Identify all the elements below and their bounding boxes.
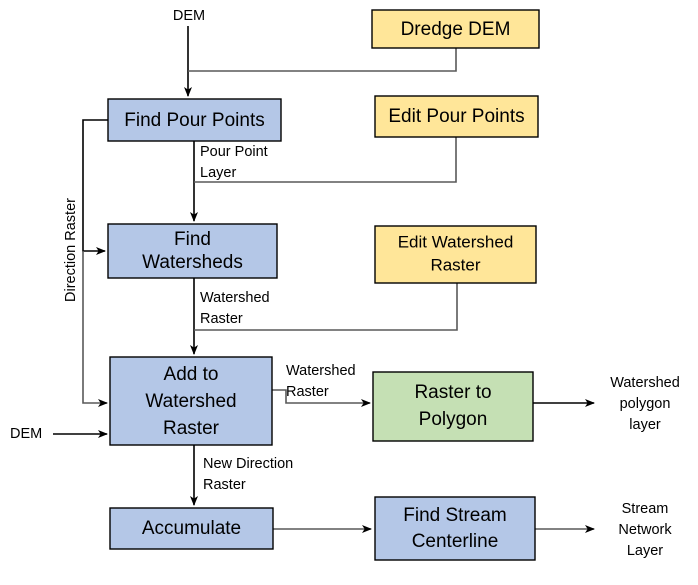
- io-label-watershed-polygon-layer-line2: polygon: [620, 396, 671, 412]
- node-dredge-dem[interactable]: Dredge DEM: [371, 9, 540, 49]
- node-edit-watershed-raster-label-line1: Edit Watershed: [398, 232, 514, 251]
- node-accumulate[interactable]: Accumulate: [109, 507, 274, 550]
- edge-label-new-direction-raster-line1: New Direction: [203, 456, 293, 472]
- node-add-to-watershed-raster-label-line2: Watershed: [145, 391, 236, 412]
- edge-label-new-direction-raster-line2: Raster: [203, 477, 246, 493]
- node-edit-watershed-raster[interactable]: Edit Watershed Raster: [374, 225, 537, 284]
- node-edit-watershed-raster-label-line2: Raster: [430, 255, 480, 274]
- edge-label-pour-point-layer-line1: Pour Point: [200, 144, 268, 160]
- node-find-stream-centerline[interactable]: Find Stream Centerline: [374, 496, 536, 561]
- node-find-pour-points-label: Find Pour Points: [124, 110, 264, 131]
- edge-label-watershed-raster-right-line2: Raster: [286, 384, 329, 400]
- node-add-to-watershed-raster-label-line3: Raster: [163, 418, 220, 439]
- edge-label-watershed-raster-mid-line1: Watershed: [200, 290, 270, 306]
- node-accumulate-label: Accumulate: [142, 518, 241, 539]
- node-find-stream-centerline-label-line1: Find Stream: [403, 505, 506, 526]
- node-raster-to-polygon[interactable]: Raster to Polygon: [372, 371, 534, 442]
- edge-dredge-dem-to-dem-line: [188, 48, 457, 72]
- node-add-to-watershed-raster-label-line1: Add to: [164, 364, 219, 385]
- io-label-dem-top: DEM: [173, 8, 205, 24]
- flowchart-diagram: Dredge DEM Find Pour Points Edit Pour Po…: [0, 0, 698, 585]
- node-dredge-dem-label: Dredge DEM: [401, 19, 511, 40]
- io-label-stream-network-layer-line1: Stream: [622, 501, 669, 517]
- edge-label-watershed-raster-mid-line2: Raster: [200, 311, 243, 327]
- edge-label-pour-point-layer-line2: Layer: [200, 165, 236, 181]
- io-label-stream-network-layer-line2: Network: [618, 522, 672, 538]
- node-find-watersheds[interactable]: Find Watersheds: [107, 223, 278, 279]
- io-label-watershed-polygon-layer-line3: layer: [629, 417, 661, 433]
- node-edit-pour-points-label: Edit Pour Points: [388, 106, 524, 127]
- node-raster-to-polygon-label-line2: Polygon: [419, 409, 488, 430]
- flowchart-canvas: Dredge DEM Find Pour Points Edit Pour Po…: [10, 8, 680, 561]
- edge-direction-raster-to-find-watersheds: [82, 119, 108, 255]
- node-edit-pour-points[interactable]: Edit Pour Points: [374, 95, 539, 138]
- edge-label-watershed-raster-right-line1: Watershed: [286, 363, 356, 379]
- edge-label-direction-raster: Direction Raster: [63, 198, 79, 302]
- node-add-to-watershed-raster[interactable]: Add to Watershed Raster: [109, 356, 273, 446]
- node-raster-to-polygon-label-line1: Raster to: [414, 382, 491, 403]
- io-label-dem-left: DEM: [10, 426, 42, 442]
- node-find-pour-points[interactable]: Find Pour Points: [107, 98, 282, 142]
- io-label-stream-network-layer-line3: Layer: [627, 543, 663, 559]
- node-find-watersheds-label-line1: Find: [174, 229, 211, 250]
- edge-direction-raster-to-add-to-watershed-raster: [82, 251, 108, 407]
- io-label-watershed-polygon-layer-line1: Watershed: [610, 375, 680, 391]
- node-find-stream-centerline-label-line2: Centerline: [412, 531, 499, 552]
- node-find-watersheds-label-line2: Watersheds: [142, 252, 243, 273]
